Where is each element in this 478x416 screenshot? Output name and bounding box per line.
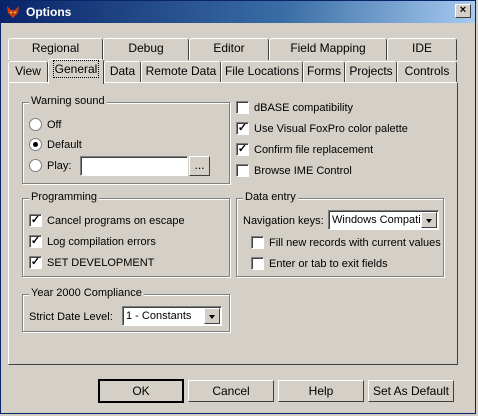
cancel-on-escape-checkbox[interactable]: ✓ Cancel programs on escape xyxy=(29,213,185,230)
checkbox[interactable] xyxy=(236,163,249,177)
tab-data[interactable]: Data xyxy=(104,61,141,83)
tab-regional[interactable]: Regional xyxy=(8,38,103,60)
checkbox-label: Enter or tab to exit fields xyxy=(269,258,388,270)
group-title: Data entry xyxy=(243,191,298,203)
group-title: Programming xyxy=(29,191,100,203)
checkbox[interactable] xyxy=(251,256,264,270)
options-dialog: Options × Regional Debug Editor Field Ma… xyxy=(0,0,476,414)
tab-label: Regional xyxy=(31,41,80,55)
title-bar[interactable]: Options × xyxy=(1,1,475,23)
tab-debug[interactable]: Debug xyxy=(103,38,189,60)
radio-label: Default xyxy=(47,139,82,151)
radio-default[interactable]: Default xyxy=(29,137,82,154)
tab-label: Projects xyxy=(349,64,393,78)
radio-button[interactable] xyxy=(29,158,42,172)
tab-label: Forms xyxy=(307,64,341,78)
tab-label: General xyxy=(52,60,100,78)
browse-ime-checkbox[interactable]: Browse IME Control xyxy=(236,163,352,180)
radio-button[interactable] xyxy=(29,117,42,131)
tab-label: View xyxy=(15,64,41,78)
tab-label: Editor xyxy=(213,41,245,55)
tab-label: Field Mapping xyxy=(290,41,366,55)
fill-new-records-checkbox[interactable]: Fill new records with current values xyxy=(251,235,441,252)
radio-button[interactable] xyxy=(29,137,42,151)
tab-label: Debug xyxy=(128,41,164,55)
tab-label: Data xyxy=(109,64,136,78)
group-title: Year 2000 Compliance xyxy=(29,287,144,299)
checkbox-checked[interactable]: ✓ xyxy=(29,255,42,269)
strict-date-select[interactable]: 1 - Constants xyxy=(122,306,222,326)
tab-label: Controls xyxy=(404,64,450,78)
nav-keys-label: Navigation keys: xyxy=(243,215,324,227)
group-title: Warning sound xyxy=(29,95,107,107)
play-sound-file-input[interactable] xyxy=(80,156,188,176)
tab-general[interactable]: General xyxy=(48,59,104,84)
cancel-button[interactable]: Cancel xyxy=(188,380,274,402)
checkbox-checked[interactable]: ✓ xyxy=(29,213,42,227)
tab-remote-data[interactable]: Remote Data xyxy=(141,61,221,83)
tab-controls[interactable]: Controls xyxy=(397,61,457,83)
radio-label: Play: xyxy=(47,160,72,172)
checkbox-label: Fill new records with current values xyxy=(269,237,441,249)
tab-label: File Locations xyxy=(224,64,300,78)
radio-play[interactable]: Play: xyxy=(29,158,72,175)
checkbox-checked[interactable]: ✓ xyxy=(236,142,249,156)
confirm-replace-checkbox[interactable]: ✓ Confirm file replacement xyxy=(236,142,374,159)
checkbox-label: SET DEVELOPMENT xyxy=(47,257,155,269)
dbase-compat-checkbox[interactable]: dBASE compatibility xyxy=(236,100,354,117)
tab-editor[interactable]: Editor xyxy=(189,38,269,60)
radio-selected-dot xyxy=(33,141,38,147)
checkbox-label: Browse IME Control xyxy=(254,165,352,177)
y2k-group: Year 2000 Compliance Strict Date Level: … xyxy=(22,287,230,332)
window-title: Options xyxy=(26,5,72,19)
tab-field-mapping[interactable]: Field Mapping xyxy=(269,38,387,60)
tab-label: Remote Data xyxy=(145,64,217,78)
checkbox-label: Cancel programs on escape xyxy=(47,215,185,227)
foxpro-fox-icon xyxy=(7,6,19,18)
tab-view[interactable]: View xyxy=(8,61,48,83)
ok-button[interactable]: OK xyxy=(98,379,184,403)
log-errors-checkbox[interactable]: ✓ Log compilation errors xyxy=(29,234,156,251)
close-button[interactable]: × xyxy=(455,4,471,18)
browse-sound-button[interactable]: ... xyxy=(189,156,210,176)
strict-date-label: Strict Date Level: xyxy=(29,311,113,323)
general-tab-panel: Warning sound Off Default Play: ... dBAS… xyxy=(8,82,458,365)
tab-file-locations[interactable]: File Locations xyxy=(221,61,303,83)
checkbox-checked[interactable]: ✓ xyxy=(29,234,42,248)
checkbox-label: dBASE compatibility xyxy=(254,102,354,114)
checkbox-label: Use Visual FoxPro color palette xyxy=(254,123,408,135)
select-value: 1 - Constants xyxy=(126,310,192,322)
data-entry-group: Data entry Navigation keys: Windows Comp… xyxy=(236,191,444,277)
help-button[interactable]: Help xyxy=(278,380,364,402)
select-value: Windows Compatit xyxy=(332,214,420,226)
radio-label: Off xyxy=(47,119,62,131)
chevron-down-icon[interactable] xyxy=(204,308,220,324)
set-development-checkbox[interactable]: ✓ SET DEVELOPMENT xyxy=(29,255,155,272)
enter-tab-exit-checkbox[interactable]: Enter or tab to exit fields xyxy=(251,256,388,273)
tab-forms[interactable]: Forms xyxy=(303,61,345,83)
vfp-palette-checkbox[interactable]: ✓ Use Visual FoxPro color palette xyxy=(236,121,408,138)
tab-projects[interactable]: Projects xyxy=(345,61,397,83)
warning-sound-group: Warning sound Off Default Play: ... xyxy=(22,95,230,184)
checkbox-checked[interactable]: ✓ xyxy=(236,121,249,135)
checkbox[interactable] xyxy=(251,235,264,249)
tab-label: IDE xyxy=(411,41,432,55)
checkbox[interactable] xyxy=(236,100,249,114)
nav-keys-select[interactable]: Windows Compatit xyxy=(328,210,439,230)
checkbox-label: Log compilation errors xyxy=(47,236,156,248)
chevron-down-icon[interactable] xyxy=(421,212,437,228)
set-as-default-button[interactable]: Set As Default xyxy=(368,380,454,402)
programming-group: Programming ✓ Cancel programs on escape ✓… xyxy=(22,191,230,277)
radio-off[interactable]: Off xyxy=(29,117,62,134)
tab-ide[interactable]: IDE xyxy=(387,38,457,60)
checkbox-label: Confirm file replacement xyxy=(254,144,374,156)
